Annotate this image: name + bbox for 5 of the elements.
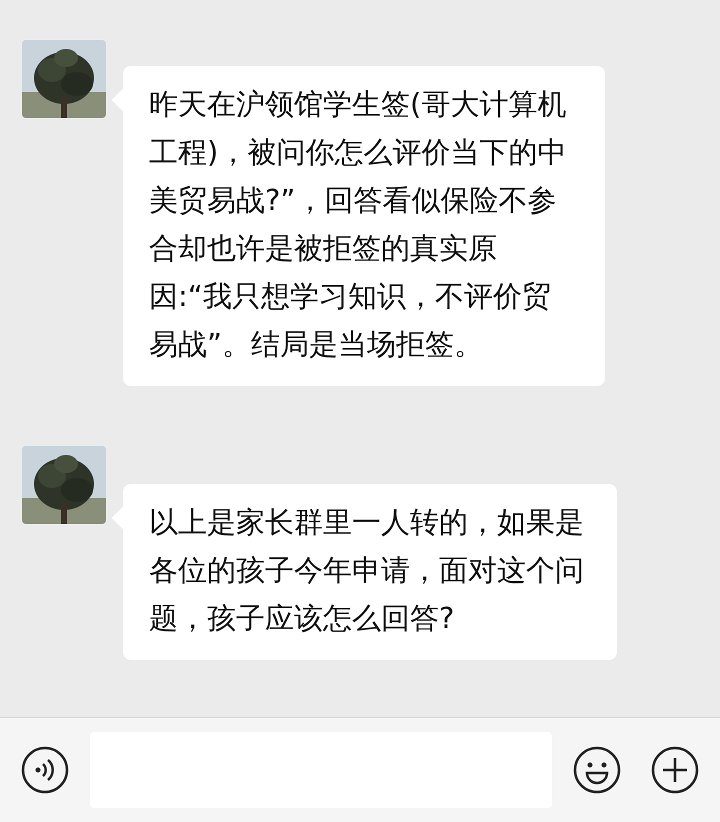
voice-icon[interactable]: [20, 745, 70, 795]
message-text: 以上是家长群里一人转的，如果是各位的孩子今年申请，面对这个问题，孩子应该怎么回答?: [149, 504, 585, 637]
emoji-icon[interactable]: [572, 745, 622, 795]
message-text: 昨天在沪领馆学生签(哥大计算机工程)，被问你怎么评价当下的中美贸易战?”，回答看似保险不参合却也许是被拒签的真实原因:“我只想学习知识，不评价贸易战”。结局是当场拒签。: [149, 86, 568, 363]
plus-icon[interactable]: [650, 745, 700, 795]
